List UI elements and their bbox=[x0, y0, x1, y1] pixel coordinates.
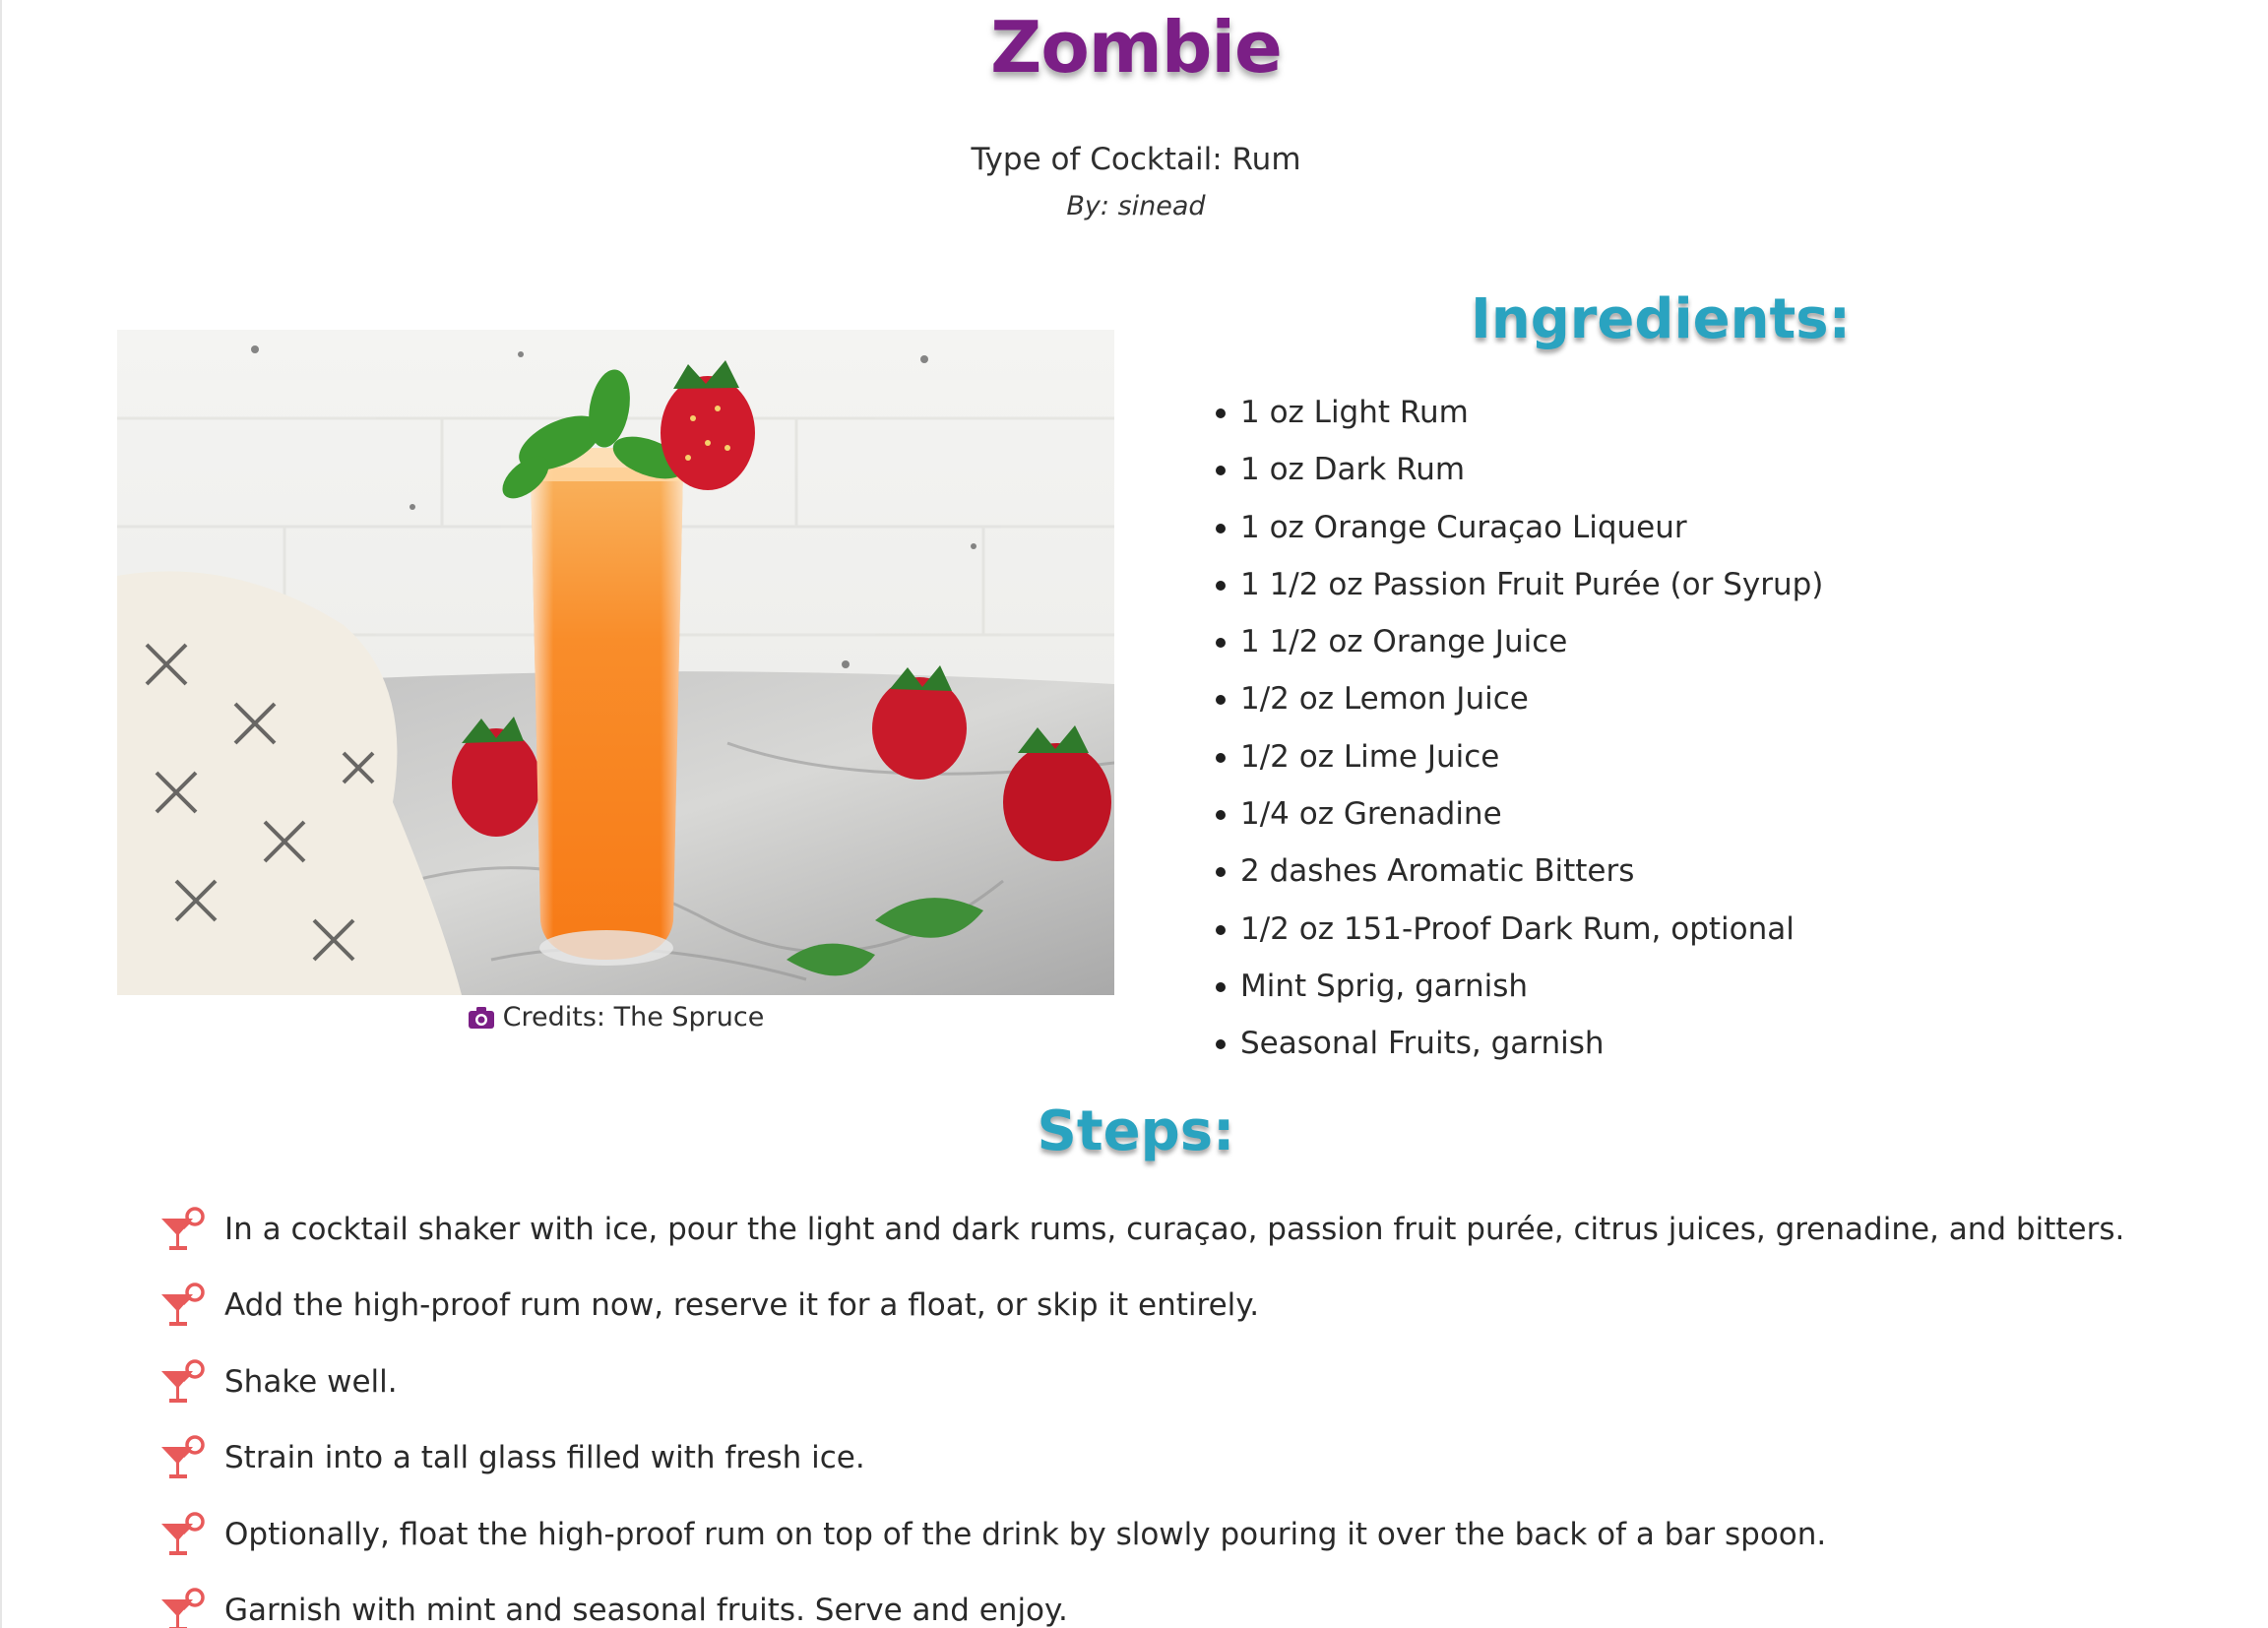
step-text: Strain into a tall glass filled with fre… bbox=[224, 1440, 865, 1476]
step-text: Add the high-proof rum now, reserve it f… bbox=[224, 1287, 1260, 1324]
ingredient-text: 1 oz Orange Curaçao Liqueur bbox=[1240, 509, 1687, 545]
step-item: Strain into a tall glass filled with fre… bbox=[159, 1420, 2227, 1497]
step-item: Shake well. bbox=[159, 1344, 2227, 1420]
ingredient-item: 1/2 oz Lime Juice bbox=[1213, 734, 2099, 791]
ingredient-text: 1/2 oz Lime Juice bbox=[1240, 738, 1500, 775]
recipe-title: Zombie bbox=[990, 6, 1283, 89]
ingredient-text: Mint Sprig, garnish bbox=[1240, 968, 1529, 1004]
ingredient-item: 1 oz Light Rum bbox=[1213, 390, 2099, 447]
photo-credits-text: Credits: The Spruce bbox=[502, 1002, 765, 1033]
steps-list: In a cocktail shaker with ice, pour the … bbox=[159, 1191, 2227, 1628]
ingredient-text: 1 oz Dark Rum bbox=[1240, 452, 1466, 488]
bullet-icon bbox=[1216, 580, 1226, 591]
step-item: In a cocktail shaker with ice, pour the … bbox=[159, 1191, 2227, 1268]
ingredient-text: 1 1/2 oz Orange Juice bbox=[1240, 624, 1568, 660]
steps-heading: Steps: bbox=[1037, 1099, 1235, 1163]
recipe-author: By: sinead bbox=[1066, 191, 1206, 221]
step-text: Garnish with mint and seasonal fruits. S… bbox=[224, 1593, 1068, 1628]
ingredient-item: 1/2 oz Lemon Juice bbox=[1213, 676, 2099, 733]
ingredient-item: 1 1/2 oz Orange Juice bbox=[1213, 619, 2099, 676]
bullet-icon bbox=[1216, 867, 1226, 878]
bullet-icon bbox=[1216, 638, 1226, 649]
bullet-icon bbox=[1216, 1039, 1226, 1050]
ingredients-list: 1 oz Light Rum 1 oz Dark Rum 1 oz Orange… bbox=[1213, 390, 2099, 1079]
cocktail-glass-icon bbox=[161, 1207, 205, 1250]
cocktail-glass-icon bbox=[161, 1359, 205, 1403]
cocktail-photo-illustration bbox=[117, 330, 1114, 995]
bullet-icon bbox=[1216, 752, 1226, 763]
ingredient-text: Seasonal Fruits, garnish bbox=[1240, 1026, 1605, 1062]
recipe-page: Zombie Type of Cocktail: Rum By: sinead bbox=[0, 0, 2268, 1628]
bullet-icon bbox=[1216, 466, 1226, 476]
cocktail-glass-icon bbox=[161, 1588, 205, 1628]
ingredient-text: 1/4 oz Grenadine bbox=[1240, 796, 1502, 833]
step-item: Garnish with mint and seasonal fruits. S… bbox=[159, 1573, 2227, 1628]
step-item: Add the high-proof rum now, reserve it f… bbox=[159, 1268, 2227, 1345]
cocktail-type: Type of Cocktail: Rum bbox=[971, 142, 1301, 177]
bullet-icon bbox=[1216, 810, 1226, 821]
step-item: Optionally, float the high-proof rum on … bbox=[159, 1496, 2227, 1573]
bullet-icon bbox=[1216, 981, 1226, 992]
ingredient-item: 1 oz Dark Rum bbox=[1213, 447, 2099, 504]
ingredient-text: 1/2 oz 151-Proof Dark Rum, optional bbox=[1240, 910, 1795, 947]
ingredient-text: 2 dashes Aromatic Bitters bbox=[1240, 853, 1635, 890]
bullet-icon bbox=[1216, 408, 1226, 418]
step-text: Shake well. bbox=[224, 1363, 398, 1400]
photo-credits: Credits: The Spruce bbox=[117, 1002, 1114, 1033]
ingredients-heading: Ingredients: bbox=[1470, 287, 1851, 351]
ingredient-item: Mint Sprig, garnish bbox=[1213, 964, 2099, 1021]
bullet-icon bbox=[1216, 695, 1226, 706]
step-text: Optionally, float the high-proof rum on … bbox=[224, 1516, 1827, 1552]
ingredient-item: Seasonal Fruits, garnish bbox=[1213, 1021, 2099, 1078]
ingredient-item: 1 oz Orange Curaçao Liqueur bbox=[1213, 505, 2099, 562]
bullet-icon bbox=[1216, 924, 1226, 935]
ingredient-item: 1/4 oz Grenadine bbox=[1213, 791, 2099, 848]
cocktail-glass-icon bbox=[161, 1512, 205, 1555]
step-text: In a cocktail shaker with ice, pour the … bbox=[224, 1211, 2125, 1247]
cocktail-glass-icon bbox=[161, 1283, 205, 1327]
ingredient-item: 1 1/2 oz Passion Fruit Purée (or Syrup) bbox=[1213, 562, 2099, 619]
cocktail-glass-icon bbox=[161, 1435, 205, 1479]
camera-icon bbox=[468, 1006, 494, 1029]
ingredient-text: 1 oz Light Rum bbox=[1240, 395, 1469, 430]
ingredient-item: 1/2 oz 151-Proof Dark Rum, optional bbox=[1213, 907, 2099, 964]
ingredient-text: 1/2 oz Lemon Juice bbox=[1240, 681, 1529, 718]
ingredient-item: 2 dashes Aromatic Bitters bbox=[1213, 848, 2099, 906]
ingredient-text: 1 1/2 oz Passion Fruit Purée (or Syrup) bbox=[1240, 566, 1824, 602]
cocktail-photo bbox=[117, 330, 1114, 995]
bullet-icon bbox=[1216, 523, 1226, 533]
